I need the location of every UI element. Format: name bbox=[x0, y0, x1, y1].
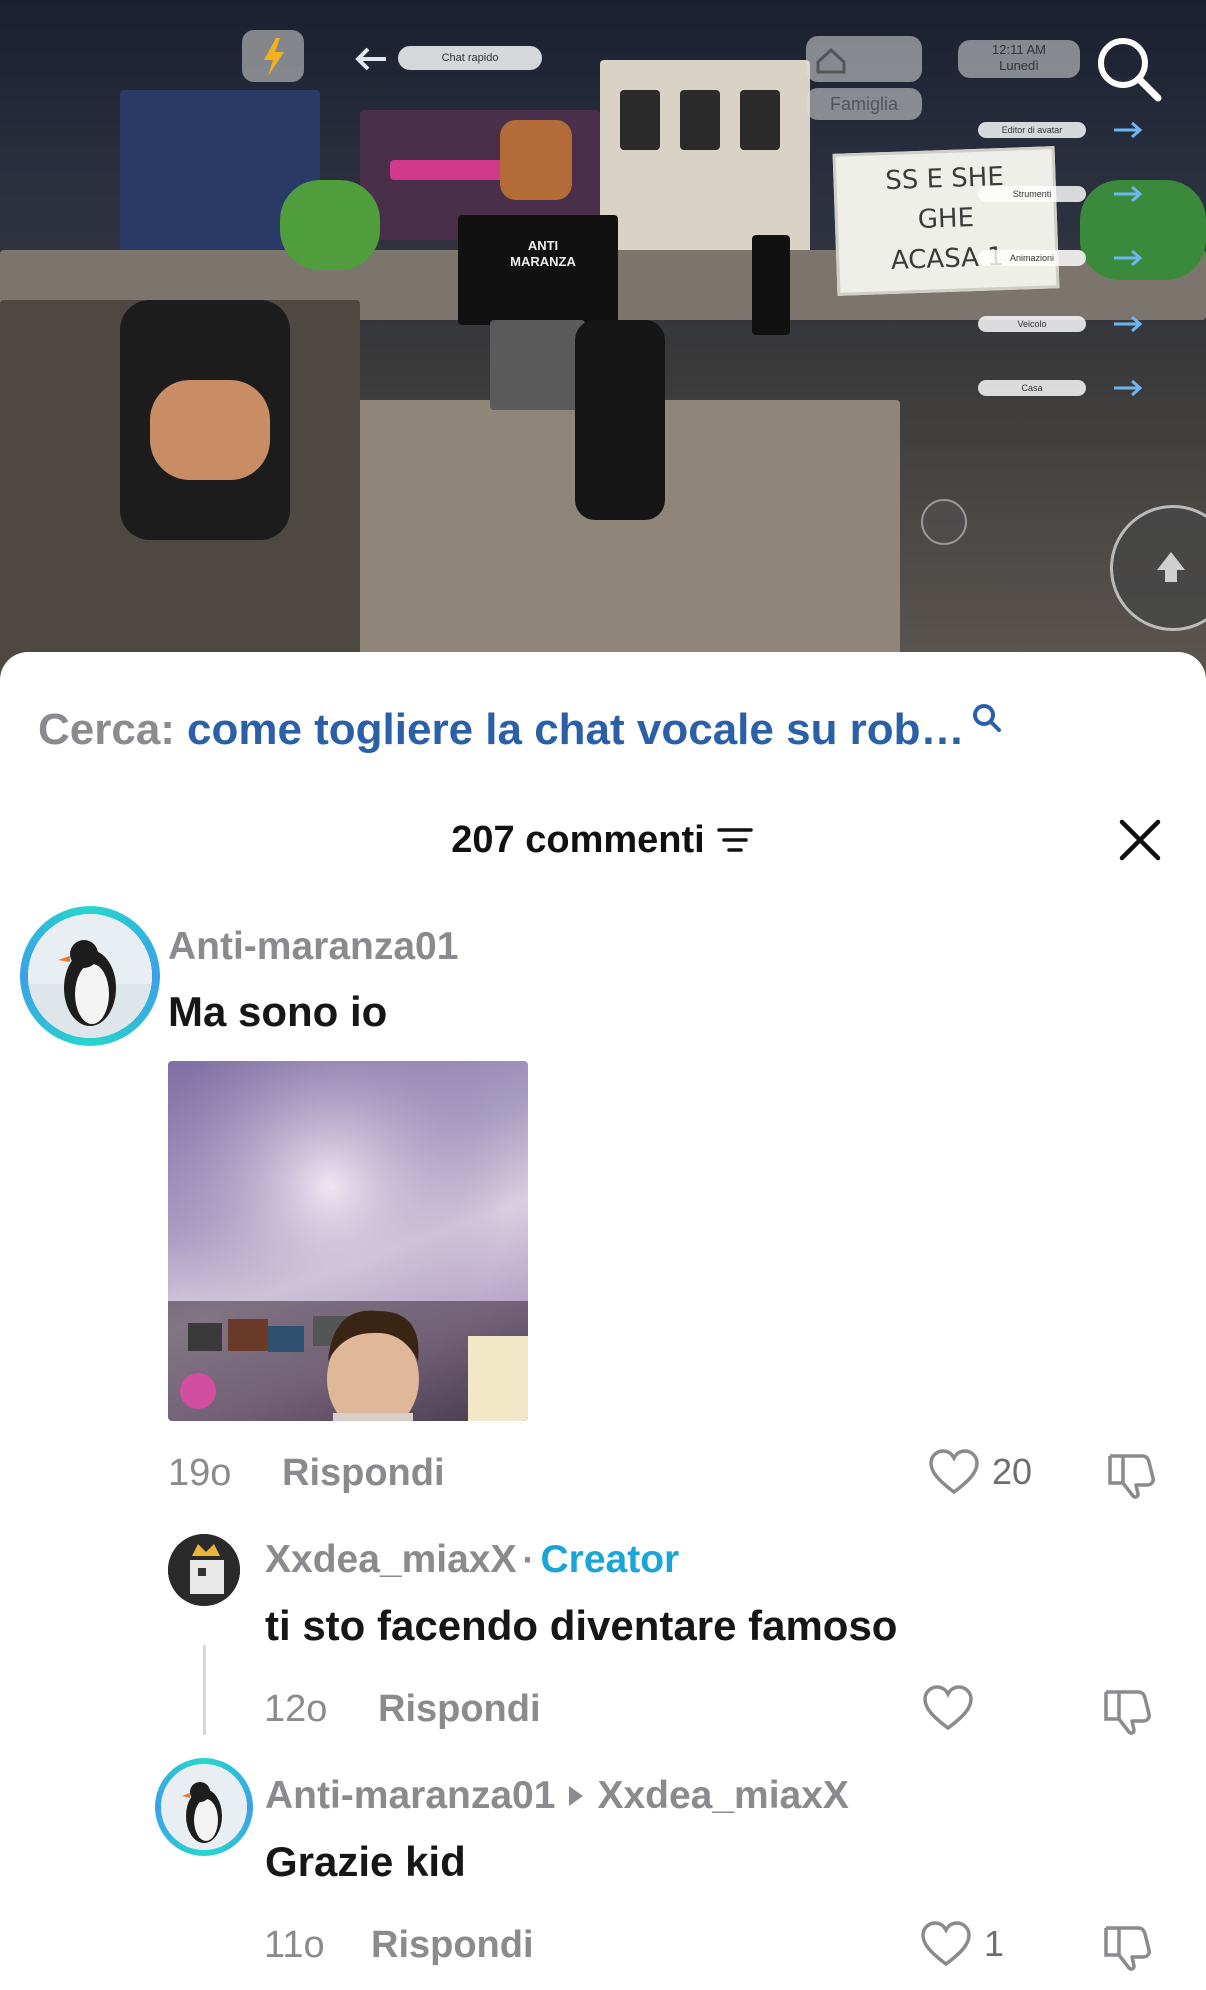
shirt-text: ANTI MARANZA bbox=[510, 238, 576, 269]
comment-age: 19o bbox=[168, 1452, 232, 1494]
lightning-icon[interactable] bbox=[242, 30, 304, 82]
video-player[interactable]: ANTI MARANZA SS E SHE GHE ACASA 1 Chat r… bbox=[0, 0, 1206, 680]
character-legs bbox=[490, 320, 585, 410]
thumbs-down-icon bbox=[1104, 1690, 1151, 1735]
comments-header: 207 commenti bbox=[0, 810, 1206, 870]
penguin-avatar-icon bbox=[161, 1764, 247, 1850]
filter-icon[interactable] bbox=[715, 822, 755, 858]
avatar[interactable] bbox=[155, 1758, 253, 1856]
search-icon bbox=[972, 704, 1001, 732]
plant bbox=[280, 180, 380, 270]
video-frame: ANTI MARANZA SS E SHE GHE ACASA 1 Chat r… bbox=[0, 0, 1206, 680]
jump-button[interactable] bbox=[1110, 505, 1206, 631]
menu-house[interactable]: Casa bbox=[978, 380, 1086, 396]
menu-arrows-icon bbox=[1114, 121, 1143, 397]
comment-username[interactable]: Xxdea_miaxX · Creator bbox=[265, 1538, 679, 1582]
username-text[interactable]: Anti-maranza01 bbox=[265, 1774, 555, 1817]
like-button[interactable]: 1 bbox=[920, 1920, 1004, 1968]
character-hand bbox=[150, 380, 270, 480]
in-game-sign: SS E SHE GHE ACASA 1 bbox=[832, 146, 1060, 296]
quick-chat-bar[interactable]: Chat rapido bbox=[398, 46, 542, 70]
avatar[interactable] bbox=[168, 1534, 240, 1606]
menu-tools[interactable]: Strumenti bbox=[978, 186, 1086, 202]
heart-icon bbox=[921, 1921, 971, 1967]
comment-username[interactable]: Anti-maranza01 bbox=[168, 925, 458, 969]
reply-button[interactable]: Rispondi bbox=[378, 1688, 541, 1731]
related-search[interactable]: Cerca: come togliere la chat vocale su r… bbox=[38, 700, 1003, 760]
arrow-up-icon bbox=[1157, 552, 1185, 582]
separator-dot: · bbox=[522, 1539, 535, 1580]
reply-to-arrow-icon bbox=[569, 1785, 584, 1806]
comment-count: 207 commenti bbox=[451, 818, 705, 861]
penguin-avatar-icon bbox=[28, 914, 152, 1038]
creator-badge: Creator bbox=[540, 1538, 680, 1581]
avatar[interactable] bbox=[20, 906, 160, 1046]
search-query[interactable]: come togliere la chat vocale su rob… bbox=[187, 705, 965, 755]
comment-age: 12o bbox=[264, 1688, 328, 1730]
lamp-post bbox=[752, 235, 790, 335]
reply-button[interactable]: Rispondi bbox=[282, 1452, 445, 1495]
thread-line bbox=[203, 1645, 206, 1735]
thumbs-down-icon bbox=[1108, 1454, 1155, 1499]
window bbox=[620, 90, 660, 150]
character-head bbox=[500, 120, 572, 200]
like-button[interactable] bbox=[922, 1684, 974, 1732]
menu-animations[interactable]: Animazioni bbox=[978, 250, 1086, 266]
reply-to-username[interactable]: Xxdea_miaxX bbox=[597, 1774, 849, 1817]
window bbox=[680, 90, 720, 150]
family-button[interactable]: Famiglia bbox=[806, 88, 922, 120]
heart-icon bbox=[929, 1449, 979, 1495]
like-count: 20 bbox=[992, 1451, 1033, 1492]
camera-toggle-icon[interactable] bbox=[918, 496, 970, 548]
back-arrow-icon[interactable] bbox=[350, 44, 390, 74]
dislike-button[interactable] bbox=[1102, 1684, 1156, 1741]
clock: 12:11 AM Lunedì bbox=[958, 40, 1080, 78]
heart-icon bbox=[923, 1685, 973, 1731]
crown-avatar-icon bbox=[168, 1534, 240, 1606]
search-prefix: Cerca: bbox=[38, 705, 175, 754]
like-count: 1 bbox=[984, 1923, 1005, 1964]
like-button[interactable]: 20 bbox=[928, 1448, 1032, 1496]
search-icon[interactable] bbox=[1092, 32, 1164, 104]
comment-age: 11o bbox=[264, 1924, 325, 1966]
dislike-button[interactable] bbox=[1102, 1920, 1156, 1977]
character-small bbox=[575, 320, 665, 520]
menu-avatar-editor[interactable]: Editor di avatar bbox=[978, 122, 1086, 138]
selfie-image bbox=[168, 1061, 528, 1421]
username-text[interactable]: Xxdea_miaxX bbox=[265, 1538, 517, 1581]
comment-text: Grazie kid bbox=[265, 1838, 466, 1885]
comment-text: ti sto facendo diventare famoso bbox=[265, 1602, 898, 1649]
window bbox=[740, 90, 780, 150]
menu-vehicle[interactable]: Veicolo bbox=[978, 316, 1086, 332]
comment-username[interactable]: Anti-maranza01 Xxdea_miaxX bbox=[265, 1774, 849, 1818]
comment-text: Ma sono io bbox=[168, 988, 388, 1035]
comment-photo[interactable] bbox=[168, 1061, 528, 1421]
thumbs-down-icon bbox=[1104, 1926, 1151, 1971]
character-torso bbox=[458, 215, 618, 325]
dislike-button[interactable] bbox=[1106, 1448, 1160, 1505]
close-icon[interactable] bbox=[1110, 810, 1170, 870]
home-icon[interactable] bbox=[806, 36, 922, 82]
reply-button[interactable]: Rispondi bbox=[371, 1924, 534, 1967]
